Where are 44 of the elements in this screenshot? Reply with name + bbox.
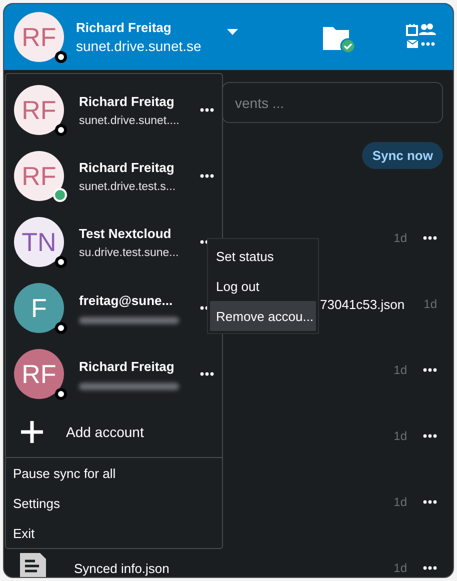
account-server: sunet.drive.test.s... (79, 180, 177, 192)
activity-time: 1d (394, 231, 407, 245)
more-icon[interactable] (200, 372, 214, 376)
account-name[interactable]: Test Nextcloud (79, 226, 185, 240)
menu-item[interactable]: Log out (210, 271, 316, 301)
activity-text: Synced info.json (74, 560, 170, 576)
add-account-item[interactable]: Add account (66, 424, 144, 440)
menu-item[interactable]: Set status (210, 241, 316, 271)
menu-item[interactable]: Exit (6, 518, 222, 548)
activity-time: 1d (394, 561, 407, 575)
plus-icon[interactable] (20, 420, 44, 444)
avatar: RF (14, 12, 64, 62)
more-icon[interactable] (423, 434, 437, 438)
account-server: su.drive.test.sune... (79, 246, 180, 258)
apps-icon[interactable] (405, 23, 437, 51)
account-server: sunet.drive.sunet.... (79, 114, 180, 126)
account-name[interactable]: Richard Freitag (79, 358, 185, 374)
sync-now-button[interactable]: Sync now (362, 142, 443, 169)
more-icon[interactable] (200, 108, 214, 112)
folder-icon[interactable] (321, 24, 357, 54)
account-server: sunet.drive.sunet.se (76, 38, 202, 54)
avatar: F (14, 283, 64, 333)
activity-text: 73041c53.json (320, 296, 405, 312)
more-icon[interactable] (423, 236, 437, 240)
more-icon[interactable] (423, 566, 437, 570)
avatar: RF (14, 151, 64, 201)
activity-time: 1d (394, 363, 407, 377)
more-icon[interactable] (200, 174, 214, 178)
menu-item[interactable]: Pause sync for all (6, 458, 222, 488)
activity-time: 1d (394, 495, 407, 509)
activity-time: 1d (394, 429, 407, 443)
more-icon[interactable] (423, 368, 437, 372)
avatar: TN (14, 217, 64, 267)
caret-icon[interactable] (227, 29, 238, 35)
more-icon[interactable] (423, 500, 437, 504)
account-name[interactable]: freitag@sune... (79, 292, 185, 308)
avatar: RF (14, 85, 64, 135)
account-name[interactable]: Richard Freitag (79, 160, 185, 174)
activity-time: 1d (424, 297, 437, 311)
menu-item[interactable]: Settings (6, 488, 222, 518)
account-name[interactable]: Richard Freitag (79, 94, 185, 108)
menu-item[interactable]: Remove accou... (210, 301, 316, 331)
avatar: RF (14, 349, 64, 399)
account-name: Richard Freitag (76, 20, 172, 35)
